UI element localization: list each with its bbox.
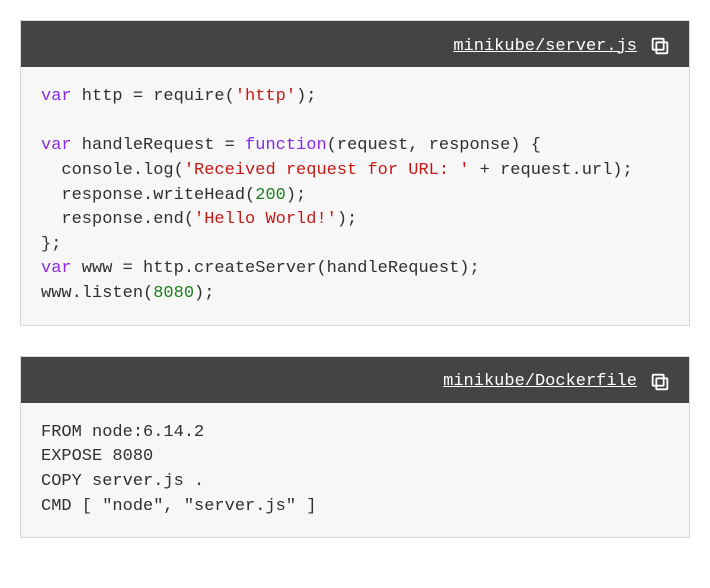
- copy-icon[interactable]: [649, 35, 671, 57]
- code-token: handleRequest =: [72, 136, 245, 155]
- code-token: var: [41, 87, 72, 106]
- code-token: response.end(: [41, 210, 194, 229]
- code-body: FROM node:6.14.2 EXPOSE 8080 COPY server…: [21, 403, 689, 538]
- code-token: );: [286, 186, 306, 205]
- code-token: );: [194, 284, 214, 303]
- code-token: 'http': [235, 87, 296, 106]
- code-token: function: [245, 136, 327, 155]
- copy-icon[interactable]: [649, 371, 671, 393]
- code-token: );: [337, 210, 357, 229]
- code-token: 200: [255, 186, 286, 205]
- code-body: var http = require('http'); var handleRe…: [21, 67, 689, 325]
- code-token: 'Hello World!': [194, 210, 337, 229]
- filename-link[interactable]: minikube/Dockerfile: [443, 372, 637, 391]
- code-token: 8080: [153, 284, 194, 303]
- code-token: };: [41, 235, 61, 254]
- filename-link[interactable]: minikube/server.js: [453, 37, 637, 56]
- code-token: console.log(: [41, 161, 184, 180]
- code-block: minikube/Dockerfile FROM node:6.14.2 EXPO…: [20, 356, 690, 539]
- code-token: www.listen(: [41, 284, 153, 303]
- code-header: minikube/Dockerfile: [21, 357, 689, 403]
- code-token: (request, response) {: [327, 136, 541, 155]
- code-block: minikube/server.js var http = require('ht…: [20, 20, 690, 326]
- code-token: var: [41, 136, 72, 155]
- code-token: );: [296, 87, 316, 106]
- code-token: 'Received request for URL: ': [184, 161, 470, 180]
- code-token: www = http.createServer(handleRequest);: [72, 259, 480, 278]
- code-token: var: [41, 259, 72, 278]
- code-token: + request.url);: [469, 161, 632, 180]
- code-token: FROM node:6.14.2 EXPOSE 8080 COPY server…: [41, 423, 316, 516]
- code-token: http = require(: [72, 87, 235, 106]
- code-header: minikube/server.js: [21, 21, 689, 67]
- code-token: response.writeHead(: [41, 186, 255, 205]
